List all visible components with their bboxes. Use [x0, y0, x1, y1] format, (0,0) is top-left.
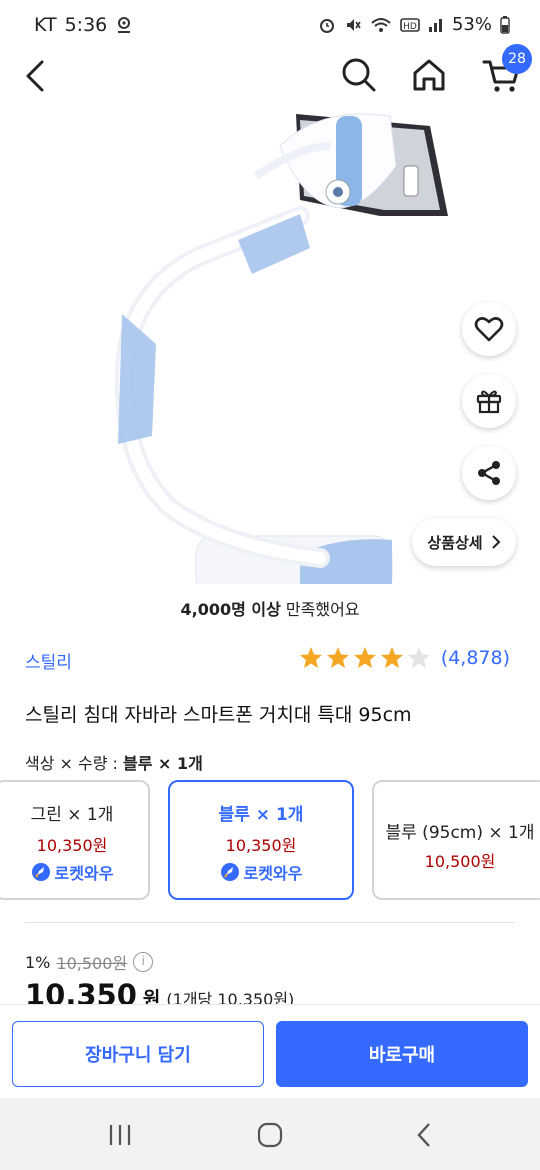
product-detail-label: 상품상세: [427, 533, 483, 552]
home-nav-button[interactable]: [250, 1118, 290, 1152]
option-label-selected: 블루 × 1개: [123, 754, 203, 773]
star-rating-icon: [299, 647, 430, 668]
share-icon: [478, 461, 500, 485]
gift-button[interactable]: [462, 374, 516, 428]
option-label: 색상 × 수량 : 블루 × 1개: [25, 750, 203, 774]
option-name: 블루 × 1개: [218, 805, 304, 825]
buy-now-button[interactable]: 바로구매: [276, 1021, 528, 1087]
rocket-icon: [31, 863, 50, 881]
gift-icon: [476, 390, 502, 414]
satisfaction-count: 4,000명 이상: [180, 600, 281, 619]
battery-icon: [500, 15, 510, 34]
battery-percent: 53%: [451, 14, 492, 35]
hd-icon: HD: [400, 17, 420, 32]
rocket-icon: [220, 863, 239, 881]
recent-apps-button[interactable]: [100, 1118, 140, 1152]
location-icon: [118, 17, 131, 33]
svg-text:HD: HD: [403, 22, 417, 32]
system-nav-bar: [0, 1098, 540, 1170]
wishlist-button[interactable]: [462, 302, 516, 356]
original-price: 10,500원: [56, 954, 128, 973]
phone-holder-illustration: [114, 113, 448, 584]
bottom-action-bar: 장바구니 담기 바로구매: [0, 1004, 540, 1098]
product-image: [0, 106, 540, 584]
add-to-cart-button[interactable]: 장바구니 담기: [12, 1021, 264, 1087]
clock: 5:36: [64, 14, 108, 36]
option-price: 10,500원: [424, 852, 496, 871]
cart-count-badge: 28: [502, 44, 532, 74]
wifi-icon: [371, 17, 391, 32]
back-nav-button[interactable]: [404, 1118, 444, 1152]
discount-row: 1% 10,500원 i: [25, 950, 154, 974]
carrier-label: KT: [34, 14, 57, 36]
heart-icon: [474, 317, 504, 342]
satisfaction-text: 4,000명 이상 만족했어요: [0, 596, 540, 620]
alarm-icon: [319, 18, 334, 33]
signal-icon: [428, 18, 442, 32]
rating[interactable]: (4,878): [299, 646, 510, 670]
option-name: 그린 × 1개: [30, 805, 114, 825]
option-card-green[interactable]: 그린 × 1개 10,350원 로켓와우: [0, 780, 150, 900]
product-detail-button[interactable]: 상품상세: [412, 518, 516, 566]
status-bar: KT 5:36 HD 53%: [0, 0, 540, 52]
option-name: 블루 (95cm) × 1개: [385, 823, 535, 843]
back-chevron-icon: [417, 1123, 430, 1147]
review-count: (4,878): [440, 647, 510, 669]
product-title: 스틸리 침대 자바라 스마트폰 거치대 특대 95cm: [25, 704, 412, 726]
option-card-blue-95cm[interactable]: 블루 (95cm) × 1개 10,500원: [372, 780, 540, 900]
app-header: [0, 50, 540, 106]
brand-link[interactable]: 스틸리: [25, 648, 72, 673]
divider: [25, 922, 515, 923]
back-icon[interactable]: [20, 56, 50, 96]
mute-icon: [346, 18, 361, 31]
home-circle-icon: [257, 1122, 283, 1148]
satisfaction-rest: 만족했어요: [280, 600, 360, 619]
option-price: 10,350원: [36, 836, 108, 855]
info-icon[interactable]: i: [133, 952, 154, 972]
home-icon[interactable]: [410, 56, 448, 94]
share-button[interactable]: [462, 446, 516, 500]
option-card-blue[interactable]: 블루 × 1개 10,350원 로켓와우: [168, 780, 354, 900]
rocket-wow-badge: 로켓와우: [243, 864, 303, 883]
chevron-right-icon: [491, 535, 501, 549]
search-icon[interactable]: [340, 56, 378, 94]
recent-apps-icon: [109, 1125, 131, 1145]
option-price: 10,350원: [225, 836, 297, 855]
option-label-prefix: 색상 × 수량 :: [25, 754, 124, 773]
discount-rate: 1%: [25, 952, 51, 972]
rocket-wow-badge: 로켓와우: [54, 864, 114, 883]
